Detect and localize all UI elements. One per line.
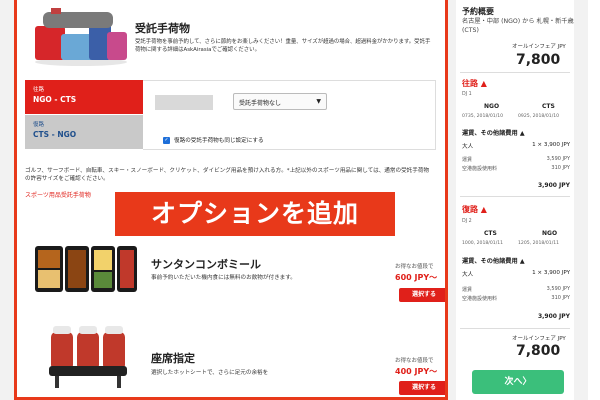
fare-value: 3,590 JPY: [546, 286, 570, 292]
fee-value: 310 JPY: [551, 295, 570, 301]
outbound-section-toggle[interactable]: 往路 ▲: [462, 78, 487, 89]
fare-label: 運賃: [462, 287, 473, 293]
inbound-departure: 1000, 2018/01/11: [462, 241, 504, 246]
outbound-fare-head: 運賃、その他諸費用: [462, 130, 518, 137]
meal-price: 600 JPY〜: [395, 273, 438, 282]
outbound-fare-toggle[interactable]: 運賃、その他諸費用 ▲: [462, 128, 525, 137]
outbound-fare-row: 運賃 3,590 JPY: [462, 156, 570, 163]
baggage-title: 受託手荷物: [135, 22, 190, 35]
summary-route: 名古屋・中部 (NGO) から 札幌・新千歳 (CTS): [462, 18, 574, 34]
baggage-select[interactable]: 受託手荷物なし ▼: [233, 93, 327, 110]
chevron-up-icon: ▲: [519, 130, 525, 137]
passenger-name-placeholder: [155, 95, 213, 110]
same-return-label: 復路の受託手荷物も同じ設定にする: [174, 138, 264, 144]
divider: [460, 328, 570, 329]
summary-total: 7,800: [516, 52, 561, 68]
summary-total-bottom: 7,800: [516, 343, 561, 359]
outbound-flight-number: DJ 1: [462, 92, 472, 97]
inbound-fare-head: 運賃、その他諸費用: [462, 258, 518, 265]
meal-select-button[interactable]: 選択する: [399, 288, 445, 302]
inbound-fee-row: 空港施設使用料 310 JPY: [462, 295, 570, 302]
return-label: 復路: [33, 122, 45, 128]
summary-title: 予約概要: [462, 7, 494, 16]
outbound-label: 往路: [33, 87, 45, 93]
luggage-image: [35, 8, 127, 66]
inbound-section-toggle[interactable]: 復路 ▲: [462, 204, 487, 215]
fare-label: 運賃: [462, 157, 473, 163]
outbound-subtotal: 3,900 JPY: [537, 182, 570, 189]
inbound-fare-toggle[interactable]: 運賃、その他諸費用 ▲: [462, 256, 525, 265]
fee-label: 空港施設使用料: [462, 166, 498, 172]
outbound-route: NGO - CTS: [33, 95, 77, 104]
baggage-selection-panel: 受託手荷物なし ▼ ✓ 復路の受託手荷物も同じ設定にする: [143, 80, 436, 150]
inbound-subtotal: 3,900 JPY: [537, 313, 570, 320]
baggage-select-value: 受託手荷物なし: [239, 100, 282, 107]
seat-select-button[interactable]: 選択する: [399, 381, 445, 395]
pax-value: 1 × 3,900 JPY: [532, 270, 570, 276]
seat-price: 400 JPY〜: [395, 367, 438, 376]
seat-title: 座席指定: [151, 352, 195, 365]
divider: [460, 196, 570, 197]
divider: [460, 72, 570, 73]
pax-value: 1 × 3,900 JPY: [532, 142, 570, 148]
inbound-head: 復路: [462, 205, 478, 214]
outbound-head: 往路: [462, 79, 478, 88]
tab-outbound-leg[interactable]: 往路 NGO - CTS: [25, 80, 153, 114]
seat-price-label: お得なお値段で: [395, 358, 434, 364]
inbound-fare-row: 運賃 3,590 JPY: [462, 286, 570, 293]
next-button[interactable]: 次へ〉: [472, 370, 564, 394]
same-return-checkbox-row[interactable]: ✓ 復路の受託手荷物も同じ設定にする: [163, 136, 264, 144]
sports-baggage-link[interactable]: スポーツ用品受託手荷物: [25, 190, 91, 199]
fee-label: 空港施設使用料: [462, 296, 498, 302]
sports-description: ゴルフ、サーフボード、自転車、スキー・スノーボード、クリケット、ダイビング用品を…: [25, 168, 430, 182]
outbound-departure: 0735, 2018/01/10: [462, 114, 504, 119]
fare-value: 3,590 JPY: [546, 156, 570, 162]
meal-image: [35, 246, 137, 292]
summary-fare-label-bottom: オールインフェア JPY: [512, 336, 566, 342]
outbound-arrival: 0925, 2018/01/10: [518, 114, 560, 119]
tab-return-leg[interactable]: 復路 CTS - NGO: [25, 115, 143, 149]
pax-label: 大人: [462, 144, 474, 150]
seat-description: 選択したホットシートで、さらに足元の余裕を: [151, 370, 269, 376]
chevron-down-icon: ▼: [316, 98, 321, 105]
fee-value: 310 JPY: [551, 165, 570, 171]
add-options-panel: 受託手荷物 受託手荷物を事前予約して、さらに節約をお楽しみください！重量、サイズ…: [14, 0, 448, 400]
outbound-to: CTS: [542, 103, 555, 110]
inbound-flight-number: DJ 2: [462, 219, 472, 224]
meal-description: 事前予約いただいた機内食には無料のお飲物が付きます。: [151, 275, 296, 281]
inbound-to: NGO: [542, 230, 558, 237]
meal-price-label: お得なお値段で: [395, 264, 434, 270]
chevron-up-icon: ▲: [480, 79, 487, 88]
seat-image: [49, 326, 127, 388]
inbound-arrival: 1205, 2018/01/11: [518, 241, 560, 246]
outbound-from: NGO: [484, 103, 500, 110]
chevron-up-icon: ▲: [519, 258, 525, 265]
chevron-up-icon: ▲: [480, 205, 487, 214]
summary-fare-label: オールインフェア JPY: [512, 44, 566, 50]
page-edge: [588, 0, 600, 400]
outbound-pax-row: 大人 1 × 3,900 JPY: [462, 142, 570, 150]
return-route: CTS - NGO: [33, 130, 77, 139]
checkbox[interactable]: ✓: [163, 136, 170, 144]
inbound-from: CTS: [484, 230, 497, 237]
meal-title: サンタンコンボミール: [151, 258, 261, 271]
add-options-banner: オプションを追加: [115, 192, 395, 236]
outbound-fee-row: 空港施設使用料 310 JPY: [462, 165, 570, 172]
baggage-description: 受託手荷物を事前予約して、さらに節約をお楽しみください！重量、サイズが超過の場合…: [135, 39, 431, 53]
booking-summary: 予約概要 名古屋・中部 (NGO) から 札幌・新千歳 (CTS) オールインフ…: [456, 0, 574, 400]
inbound-pax-row: 大人 1 × 3,900 JPY: [462, 270, 570, 278]
pax-label: 大人: [462, 272, 474, 278]
